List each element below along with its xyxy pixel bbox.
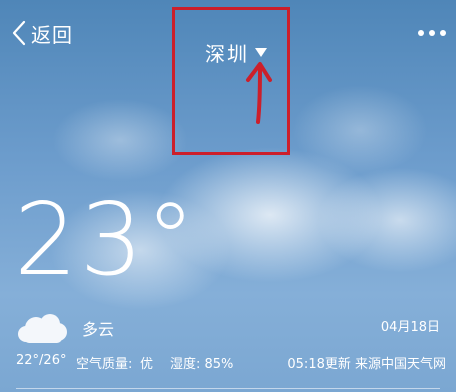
chevron-left-icon [12,20,26,46]
more-dot [418,30,424,36]
more-button[interactable] [418,30,446,36]
update-source: 05:18更新 来源中国天气网 [287,357,446,372]
air-quality-value: 优 [140,357,154,372]
air-quality-label: 空气质量: [76,357,133,372]
condition-label: 多云 [82,320,115,339]
cloudy-icon [18,314,67,343]
current-temperature: 23° [14,181,198,298]
back-button[interactable]: 返回 [10,18,73,48]
more-dot [429,30,435,36]
divider [16,388,440,389]
humidity: 湿度: 85% [170,357,234,372]
back-label: 返回 [31,22,73,47]
temp-range: 22°/26° [16,353,67,368]
annotation-arrow-icon [246,62,272,124]
more-dot [440,30,446,36]
date-label: 04月18日 [380,320,440,335]
condition-row: 多云 04月18日 [16,306,444,346]
